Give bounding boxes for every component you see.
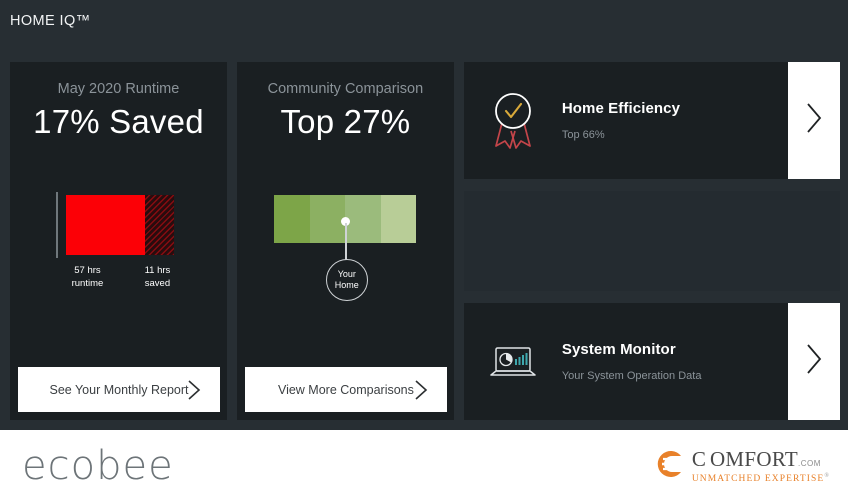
community-bar-segment-1 xyxy=(274,195,310,243)
chevron-right-icon xyxy=(186,379,202,406)
community-chart: Your Home xyxy=(237,195,454,355)
saved-bar-segment xyxy=(144,195,174,255)
chevron-right-icon xyxy=(803,342,825,381)
your-home-badge: Your Home xyxy=(325,259,368,301)
your-home-label-line1: Your xyxy=(337,269,356,279)
community-card-value: Top 27% xyxy=(280,103,411,140)
footer: ecobee C OMFORT.COM UNMATCHED EXPERTISE® xyxy=(0,430,848,502)
system-monitor-arrow-button[interactable] xyxy=(787,303,840,420)
ecomfort-logo: C OMFORT.COM UNMATCHED EXPERTISE® xyxy=(654,447,830,486)
ecomfort-tagline: UNMATCHED EXPERTISE xyxy=(691,474,825,485)
system-monitor-text: System Monitor Your System Operation Dat… xyxy=(562,341,702,382)
ecomfort-tld: .COM xyxy=(798,459,821,469)
right-column: Home Efficiency Top 66% System Monitor Y… xyxy=(463,62,840,420)
ecomfort-registered-mark: ® xyxy=(824,473,830,480)
view-comparisons-button-label: View More Comparisons xyxy=(277,382,414,397)
app-header: HOME IQ™ xyxy=(0,0,848,42)
home-efficiency-text: Home Efficiency Top 66% xyxy=(562,100,680,141)
runtime-card: May 2020 Runtime 17% Saved 57 hrs runtim… xyxy=(10,62,227,420)
ecomfort-name: C OMFORT xyxy=(691,447,799,472)
runtime-caption: 57 hrs runtime xyxy=(48,264,126,290)
view-comparisons-button[interactable]: View More Comparisons xyxy=(244,367,447,412)
your-home-label-line2: Home xyxy=(334,280,359,290)
home-efficiency-arrow-button[interactable] xyxy=(787,62,840,179)
runtime-bar-captions: 57 hrs runtime 11 hrs saved xyxy=(48,264,188,290)
system-monitor-subtitle: Your System Operation Data xyxy=(561,370,702,382)
community-bar-segment-2 xyxy=(309,195,346,243)
runtime-card-value: 17% Saved xyxy=(33,103,204,140)
page-title: HOME IQ™ xyxy=(10,13,91,29)
community-bar-segment-3 xyxy=(345,195,381,243)
chevron-right-icon xyxy=(413,379,429,406)
community-bar-segment-4 xyxy=(380,195,417,243)
ecobee-logo: ecobee xyxy=(22,443,174,489)
laptop-analytics-icon xyxy=(486,342,540,382)
ecomfort-tagline-line: UNMATCHED EXPERTISE® xyxy=(692,473,830,484)
ecomfort-wordmark: C OMFORT.COM UNMATCHED EXPERTISE® xyxy=(692,447,830,484)
community-bar-group xyxy=(274,195,417,243)
chevron-right-icon xyxy=(803,101,825,140)
system-monitor-title: System Monitor xyxy=(561,341,676,358)
runtime-axis-tick xyxy=(55,192,58,258)
runtime-bar-segment xyxy=(65,195,145,255)
runtime-chart: 57 hrs runtime 11 hrs saved xyxy=(10,192,227,320)
home-efficiency-card-body: Home Efficiency Top 66% xyxy=(464,62,788,179)
saved-caption: 11 hrs saved xyxy=(126,264,188,290)
monthly-report-button[interactable]: See Your Monthly Report xyxy=(18,367,220,412)
system-monitor-card[interactable]: System Monitor Your System Operation Dat… xyxy=(463,303,840,420)
community-comparison-card: Community Comparison Top 27% Your Home V… xyxy=(236,62,454,420)
award-ribbon-icon xyxy=(486,89,540,153)
home-efficiency-card[interactable]: Home Efficiency Top 66% xyxy=(463,62,840,179)
saved-caption-unit: saved xyxy=(144,278,171,289)
main-content: May 2020 Runtime 17% Saved 57 hrs runtim… xyxy=(0,42,848,430)
ecomfort-main-line: C OMFORT.COM xyxy=(692,447,830,472)
community-card-label: Community Comparison xyxy=(267,81,424,97)
runtime-bar-group xyxy=(55,192,181,258)
runtime-caption-unit: runtime xyxy=(71,278,104,289)
empty-panel xyxy=(463,191,840,291)
system-monitor-card-body: System Monitor Your System Operation Dat… xyxy=(464,303,788,420)
saved-caption-value: 11 hrs xyxy=(144,265,171,276)
runtime-card-label: May 2020 Runtime xyxy=(57,81,180,97)
runtime-caption-value: 57 hrs xyxy=(74,265,101,276)
ecomfort-swirl-icon xyxy=(654,447,688,486)
home-efficiency-title: Home Efficiency xyxy=(561,100,681,117)
monthly-report-button-label: See Your Monthly Report xyxy=(49,382,189,397)
home-efficiency-subtitle: Top 66% xyxy=(561,129,605,141)
